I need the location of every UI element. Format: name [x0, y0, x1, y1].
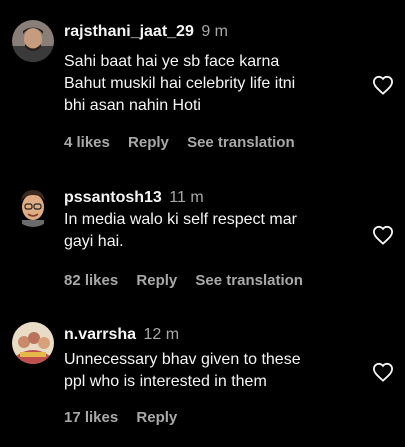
reply-button[interactable]: Reply	[128, 134, 169, 151]
comment-time: 9 m	[201, 23, 228, 40]
comment-time: 12 m	[143, 326, 180, 343]
heart-outline-icon	[372, 75, 394, 95]
memoji-avatar-image	[12, 185, 54, 227]
avatar[interactable]	[12, 20, 54, 62]
comment-text: In media walo ki self respect mar gayi h…	[64, 209, 364, 253]
avatar[interactable]	[12, 322, 54, 364]
likes-count[interactable]: 82 likes	[64, 272, 118, 289]
user-avatar-image	[12, 20, 54, 62]
like-button[interactable]	[372, 225, 394, 245]
like-button[interactable]	[372, 75, 394, 95]
username[interactable]: n.varrsha	[64, 326, 136, 343]
comment-text-line: Bahut muskil hai celebrity life itni	[64, 75, 296, 92]
see-translation-link[interactable]: See translation	[187, 134, 295, 151]
comment-text-line: Unnecessary bhav given to these	[64, 351, 301, 368]
comment-text-line: bhi asan nahin Hoti	[64, 97, 201, 114]
heart-outline-icon	[372, 225, 394, 245]
comment-actions: 82 likes Reply See translation	[64, 272, 317, 290]
comment-item: n.varrsha 12 m Unnecessary bhav given to…	[0, 308, 405, 447]
comment-actions: 4 likes Reply See translation	[64, 134, 309, 152]
avatar[interactable]	[12, 185, 54, 227]
see-translation-link[interactable]: See translation	[195, 272, 303, 289]
comment-text-line: In media walo ki self respect mar	[64, 211, 297, 228]
heart-outline-icon	[372, 362, 394, 382]
reply-button[interactable]: Reply	[136, 409, 177, 426]
comment-text-line: Sahi baat hai ye sb face karna	[64, 53, 280, 70]
reply-button[interactable]: Reply	[136, 272, 177, 289]
comment-header: n.varrsha 12 m	[64, 325, 179, 345]
comment-text-line: ppl who is interested in them	[64, 373, 267, 390]
comment-time: 11 m	[169, 189, 204, 206]
comment-header: rajsthani_jaat_29 9 m	[64, 22, 228, 42]
likes-count[interactable]: 17 likes	[64, 409, 118, 426]
comment-text-line: gayi hai.	[64, 233, 124, 250]
like-button[interactable]	[372, 362, 394, 382]
comment-header: pssantosh13 11 m	[64, 188, 204, 208]
user-avatar-image	[12, 322, 54, 364]
comment-item: rajsthani_jaat_29 9 m Sahi baat hai ye s…	[0, 0, 405, 160]
username[interactable]: rajsthani_jaat_29	[64, 23, 194, 40]
likes-count[interactable]: 4 likes	[64, 134, 110, 151]
username[interactable]: pssantosh13	[64, 189, 162, 206]
comment-item: pssantosh13 11 m In media walo ki self r…	[0, 160, 405, 308]
comment-actions: 17 likes Reply	[64, 409, 191, 427]
comment-text: Sahi baat hai ye sb face karna Bahut mus…	[64, 51, 364, 117]
comment-text: Unnecessary bhav given to these ppl who …	[64, 349, 364, 393]
